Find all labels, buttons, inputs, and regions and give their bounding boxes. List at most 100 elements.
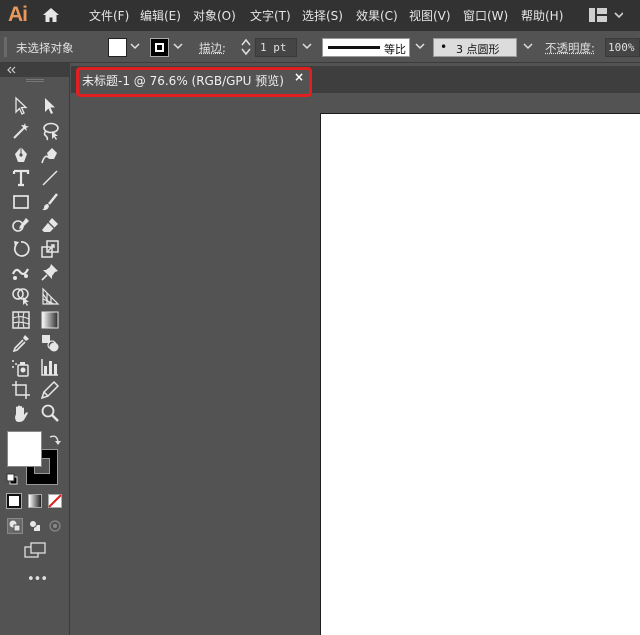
slice-tool[interactable] [40, 380, 60, 400]
selection-tool-icon [15, 96, 28, 115]
screen-mode-icon[interactable] [24, 542, 46, 558]
stroke-label[interactable]: 描边: [199, 40, 226, 56]
stroke-weight-dropdown-icon[interactable] [302, 41, 312, 51]
panel-grip-icon[interactable] [26, 79, 44, 83]
hand-tool[interactable] [11, 403, 31, 423]
document-tab-title[interactable]: 未标题-1 @ 76.6% (RGB/GPU 预览) [82, 72, 284, 89]
eraser-tool[interactable] [40, 215, 60, 235]
direct-selection-tool[interactable] [40, 96, 60, 116]
gradient-tool-icon [41, 311, 59, 329]
close-tab-button[interactable]: × [294, 70, 304, 84]
perspective-grid-tool-icon [42, 287, 60, 305]
lasso-tool[interactable] [40, 121, 60, 141]
menu-view[interactable]: 视图(V) [409, 7, 451, 24]
pin-tool-icon [41, 264, 58, 281]
perspective-grid-tool[interactable] [40, 286, 60, 306]
zoom-tool[interactable] [40, 403, 60, 423]
profile-line-icon [328, 46, 380, 49]
opacity-label[interactable]: 不透明度: [545, 40, 595, 56]
magic-wand-tool[interactable] [11, 121, 31, 141]
shape-builder-tool-icon [12, 288, 29, 306]
column-graph-tool-icon [41, 359, 58, 376]
menu-edit[interactable]: 编辑(E) [140, 7, 181, 24]
pin-tool[interactable] [40, 262, 60, 282]
rotate-tool-icon [13, 241, 30, 257]
gradient-tool[interactable] [40, 310, 60, 330]
profile-dropdown-icon[interactable] [415, 41, 425, 51]
stroke-dropdown-icon[interactable] [173, 41, 183, 51]
scale-tool[interactable] [40, 239, 60, 259]
artboard-tool-icon [12, 381, 30, 399]
brush-dropdown-icon[interactable] [523, 41, 533, 51]
app-logo: Ai [8, 3, 28, 26]
rectangle-tool[interactable] [11, 192, 31, 212]
symbol-sprayer-tool-icon [12, 360, 29, 377]
shaper-tool[interactable] [11, 215, 31, 235]
collapse-panel-icon[interactable] [6, 66, 16, 74]
paintbrush-tool[interactable] [40, 192, 60, 212]
mesh-tool[interactable] [11, 310, 31, 330]
menu-bar: Ai 文件(F) 编辑(E) 对象(O) 文字(T) 选择(S) 效果(C) 视… [0, 0, 640, 31]
type-tool-icon [12, 169, 30, 187]
selection-status: 未选择对象 [16, 41, 74, 55]
workspace-switcher-icon[interactable] [589, 8, 623, 22]
draw-behind-icon[interactable] [27, 518, 43, 534]
brush-dot-icon: • [440, 40, 448, 54]
artboard[interactable] [320, 113, 640, 635]
rectangle-tool-icon [13, 195, 29, 209]
color-mode-icon[interactable] [6, 493, 22, 509]
scale-tool-icon [41, 240, 59, 258]
menu-help[interactable]: 帮助(H) [521, 7, 563, 24]
menu-file[interactable]: 文件(F) [89, 7, 129, 24]
menu-object[interactable]: 对象(O) [193, 7, 236, 24]
artboard-tool[interactable] [11, 380, 31, 400]
control-bar-grip[interactable] [4, 37, 7, 57]
stroke-swatch[interactable] [150, 38, 169, 57]
variable-width-profile[interactable]: 等比 [322, 38, 410, 57]
pen-tool[interactable] [11, 145, 31, 165]
control-bar: 未选择对象 描边: 1 pt 等比 • 3 点圆形 不透明度: 100% [0, 31, 640, 63]
draw-normal-icon[interactable] [7, 518, 23, 534]
selection-tool[interactable] [11, 96, 31, 116]
blend-tool-icon [42, 335, 59, 352]
eraser-tool-icon [42, 218, 58, 232]
slice-tool-icon [40, 380, 60, 400]
eyedropper-tool-icon [12, 335, 29, 353]
brush-definition[interactable]: • 3 点圆形 [433, 38, 517, 57]
hand-tool-icon [15, 405, 28, 422]
fill-dropdown-icon[interactable] [130, 41, 140, 51]
menu-effect[interactable]: 效果(C) [356, 7, 398, 24]
stroke-weight-input[interactable]: 1 pt [255, 38, 297, 57]
curvature-tool[interactable] [40, 145, 60, 165]
symbol-sprayer-tool[interactable] [11, 357, 31, 377]
shape-builder-tool[interactable] [11, 286, 31, 306]
line-segment-tool[interactable] [40, 168, 60, 188]
fill-swatch[interactable] [108, 38, 127, 57]
type-tool[interactable] [11, 168, 31, 188]
menu-type[interactable]: 文字(T) [250, 7, 291, 24]
draw-inside-icon[interactable] [47, 518, 63, 534]
home-icon[interactable] [42, 6, 60, 24]
more-tools-icon[interactable]: ••• [27, 572, 48, 587]
curvature-tool-icon [41, 148, 57, 164]
puppet-warp-tool[interactable] [11, 262, 31, 282]
none-mode-icon[interactable] [48, 494, 62, 508]
stroke-stepper-icon[interactable] [240, 37, 252, 57]
menu-window[interactable]: 窗口(W) [463, 7, 508, 24]
puppet-warp-tool-icon [11, 268, 29, 280]
swap-colors-icon[interactable] [48, 432, 62, 446]
column-graph-tool[interactable] [40, 357, 60, 377]
zoom-tool-icon [41, 404, 59, 422]
eyedropper-tool[interactable] [11, 333, 31, 353]
fill-color-box[interactable] [7, 431, 42, 467]
lasso-tool-icon [43, 122, 59, 141]
magic-wand-tool-icon [13, 123, 29, 139]
mesh-tool-icon [12, 311, 30, 329]
gradient-mode-icon[interactable] [28, 494, 42, 508]
menu-select[interactable]: 选择(S) [302, 7, 343, 24]
tools-panel-header[interactable] [0, 63, 70, 77]
default-colors-icon[interactable] [6, 473, 18, 485]
rotate-tool[interactable] [11, 239, 31, 259]
blend-tool[interactable] [40, 333, 60, 353]
opacity-input[interactable]: 100% [605, 38, 640, 57]
